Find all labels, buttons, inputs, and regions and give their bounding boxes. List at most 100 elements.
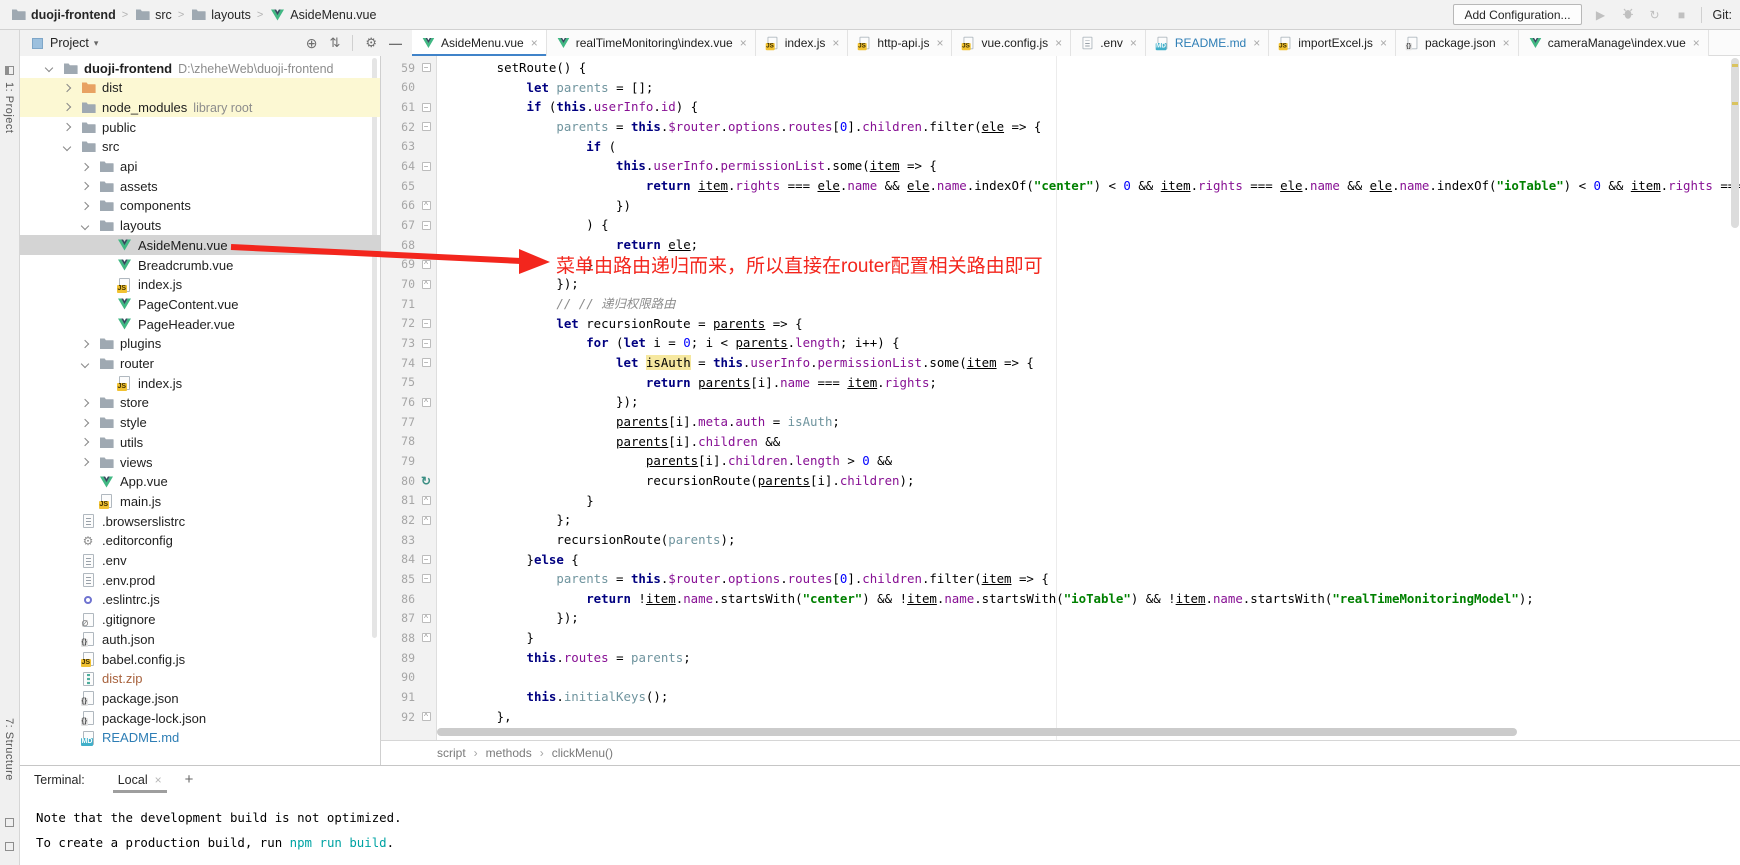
- code-text[interactable]: });: [437, 608, 579, 628]
- fold-marker[interactable]: −: [415, 122, 437, 131]
- code-text[interactable]: let recursionRoute = parents => {: [437, 314, 803, 334]
- line-number[interactable]: 84: [381, 552, 415, 566]
- code-line-92[interactable]: 92^ },: [381, 707, 1740, 727]
- expand-chevron-icon[interactable]: [81, 438, 89, 446]
- hide-panel-icon[interactable]: —: [389, 36, 402, 51]
- line-number[interactable]: 66: [381, 198, 415, 212]
- code-text[interactable]: parents = this.$router.options.routes[0]…: [437, 117, 1041, 137]
- expand-chevron-icon[interactable]: [81, 162, 89, 170]
- code-text[interactable]: for (let i = 0; i < parents.length; i++)…: [437, 333, 900, 353]
- code-line-72[interactable]: 72− let recursionRoute = parents => {: [381, 314, 1740, 334]
- code-line-85[interactable]: 85− parents = this.$router.options.route…: [381, 569, 1740, 589]
- code-text[interactable]: parents[i].children.length > 0 &&: [437, 451, 892, 471]
- stripe-tool-icon[interactable]: [5, 818, 14, 827]
- close-tab-icon[interactable]: ×: [1693, 36, 1700, 50]
- titlebar-crumb-layouts[interactable]: layouts: [190, 7, 251, 23]
- code-line-71[interactable]: 71 // // 递归权限路由: [381, 294, 1740, 314]
- line-number[interactable]: 87: [381, 611, 415, 625]
- terminal-output[interactable]: Note that the development build is not o…: [20, 793, 1740, 855]
- expand-chevron-icon[interactable]: [63, 83, 71, 91]
- tree-item-main.js[interactable]: JSmain.js: [20, 491, 380, 511]
- line-number[interactable]: 82: [381, 513, 415, 527]
- code-line-88[interactable]: 88^ }: [381, 628, 1740, 648]
- tree-item-auth.json[interactable]: {}auth.json: [20, 629, 380, 649]
- code-text[interactable]: parents[i].children &&: [437, 432, 780, 452]
- code-text[interactable]: setRoute() {: [437, 58, 586, 78]
- fold-marker[interactable]: ↻: [415, 474, 437, 488]
- code-text[interactable]: });: [437, 392, 638, 412]
- tree-item-pageheader.vue[interactable]: PageHeader.vue: [20, 314, 380, 334]
- editor-tab-realtimemonitoring-index.vue[interactable]: realTimeMonitoring\index.vue×: [547, 30, 756, 56]
- tree-item-assets[interactable]: assets: [20, 176, 380, 196]
- close-tab-icon[interactable]: ×: [1055, 36, 1062, 50]
- line-number[interactable]: 89: [381, 651, 415, 665]
- expand-chevron-icon[interactable]: [45, 64, 53, 72]
- editor-tab-index.js[interactable]: JSindex.js×: [756, 30, 849, 56]
- expand-chevron-icon[interactable]: [81, 399, 89, 407]
- editor-tab-cameramanage-index.vue[interactable]: cameraManage\index.vue×: [1519, 30, 1709, 56]
- fold-marker[interactable]: ^: [415, 496, 437, 505]
- breadcrumb-script[interactable]: script: [437, 746, 466, 760]
- tree-item-readme.md[interactable]: MDREADME.md: [20, 728, 380, 748]
- tree-item-style[interactable]: style: [20, 413, 380, 433]
- code-text[interactable]: // // 递归权限路由: [437, 294, 675, 314]
- line-number[interactable]: 59: [381, 61, 415, 75]
- code-line-84[interactable]: 84− }else {: [381, 550, 1740, 570]
- code-text[interactable]: parents[i].meta.auth = isAuth;: [437, 412, 840, 432]
- line-number[interactable]: 73: [381, 336, 415, 350]
- line-number[interactable]: 64: [381, 159, 415, 173]
- line-number[interactable]: 70: [381, 277, 415, 291]
- line-number[interactable]: 78: [381, 434, 415, 448]
- tree-item-plugins[interactable]: plugins: [20, 334, 380, 354]
- line-number[interactable]: 65: [381, 179, 415, 193]
- fold-marker[interactable]: −: [415, 574, 437, 583]
- line-number[interactable]: 86: [381, 592, 415, 606]
- line-number[interactable]: 60: [381, 80, 415, 94]
- code-line-65[interactable]: 65 return item.rights === ele.name && el…: [381, 176, 1740, 196]
- line-number[interactable]: 71: [381, 297, 415, 311]
- code-line-81[interactable]: 81^ }: [381, 491, 1740, 511]
- fold-marker[interactable]: ^: [415, 633, 437, 642]
- tree-item-router[interactable]: router: [20, 354, 380, 374]
- line-number[interactable]: 79: [381, 454, 415, 468]
- code-editor[interactable]: 59− setRoute() {60 let parents = [];61− …: [380, 56, 1740, 740]
- fold-marker[interactable]: −: [415, 162, 437, 171]
- expand-chevron-icon[interactable]: [81, 458, 89, 466]
- add-configuration-button[interactable]: Add Configuration...: [1453, 4, 1581, 25]
- code-line-87[interactable]: 87^ });: [381, 608, 1740, 628]
- tree-item-pagecontent.vue[interactable]: PageContent.vue: [20, 294, 380, 314]
- code-text[interactable]: let parents = [];: [437, 78, 653, 98]
- tree-item-.env.prod[interactable]: .env.prod: [20, 570, 380, 590]
- tree-item-api[interactable]: api: [20, 157, 380, 177]
- tree-item-asidemenu.vue[interactable]: AsideMenu.vue: [20, 235, 380, 255]
- expand-chevron-icon[interactable]: [81, 359, 89, 367]
- tree-item-index.js[interactable]: JSindex.js: [20, 275, 380, 295]
- stripe-structure-button[interactable]: 7: Structure: [3, 718, 15, 781]
- expand-chevron-icon[interactable]: [81, 221, 89, 229]
- tree-item-.editorconfig[interactable]: ⚙.editorconfig: [20, 531, 380, 551]
- fold-marker[interactable]: ^: [415, 201, 437, 210]
- close-tab-icon[interactable]: ×: [1380, 36, 1387, 50]
- line-number[interactable]: 90: [381, 670, 415, 684]
- tree-item-dist.zip[interactable]: dist.zip: [20, 669, 380, 689]
- code-line-80[interactable]: 80↻ recursionRoute(parents[i].children);: [381, 471, 1740, 491]
- terminal-tab-local[interactable]: Local ×: [113, 766, 167, 793]
- line-number[interactable]: 77: [381, 415, 415, 429]
- code-line-67[interactable]: 67− ) {: [381, 215, 1740, 235]
- code-line-86[interactable]: 86 return !item.name.startsWith("center"…: [381, 589, 1740, 609]
- tree-item-utils[interactable]: utils: [20, 432, 380, 452]
- close-tab-icon[interactable]: ×: [1130, 36, 1137, 50]
- code-line-83[interactable]: 83 recursionRoute(parents);: [381, 530, 1740, 550]
- project-tree[interactable]: duoji-frontendD:\zheheWeb\duoji-frontend…: [20, 56, 380, 765]
- line-number[interactable]: 72: [381, 316, 415, 330]
- code-line-90[interactable]: 90: [381, 667, 1740, 687]
- new-terminal-session-button[interactable]: +: [185, 771, 194, 788]
- line-number[interactable]: 92: [381, 710, 415, 724]
- code-text[interactable]: recursionRoute(parents);: [437, 530, 735, 550]
- editor-tab-http-api.js[interactable]: JShttp-api.js×: [848, 30, 952, 56]
- horizontal-scrollbar[interactable]: [437, 728, 1517, 736]
- close-tab-icon[interactable]: ×: [1503, 36, 1510, 50]
- code-text[interactable]: return parents[i].name === item.rights;: [437, 373, 937, 393]
- stripe-project-button[interactable]: 1: Project: [3, 82, 15, 133]
- line-number[interactable]: 81: [381, 493, 415, 507]
